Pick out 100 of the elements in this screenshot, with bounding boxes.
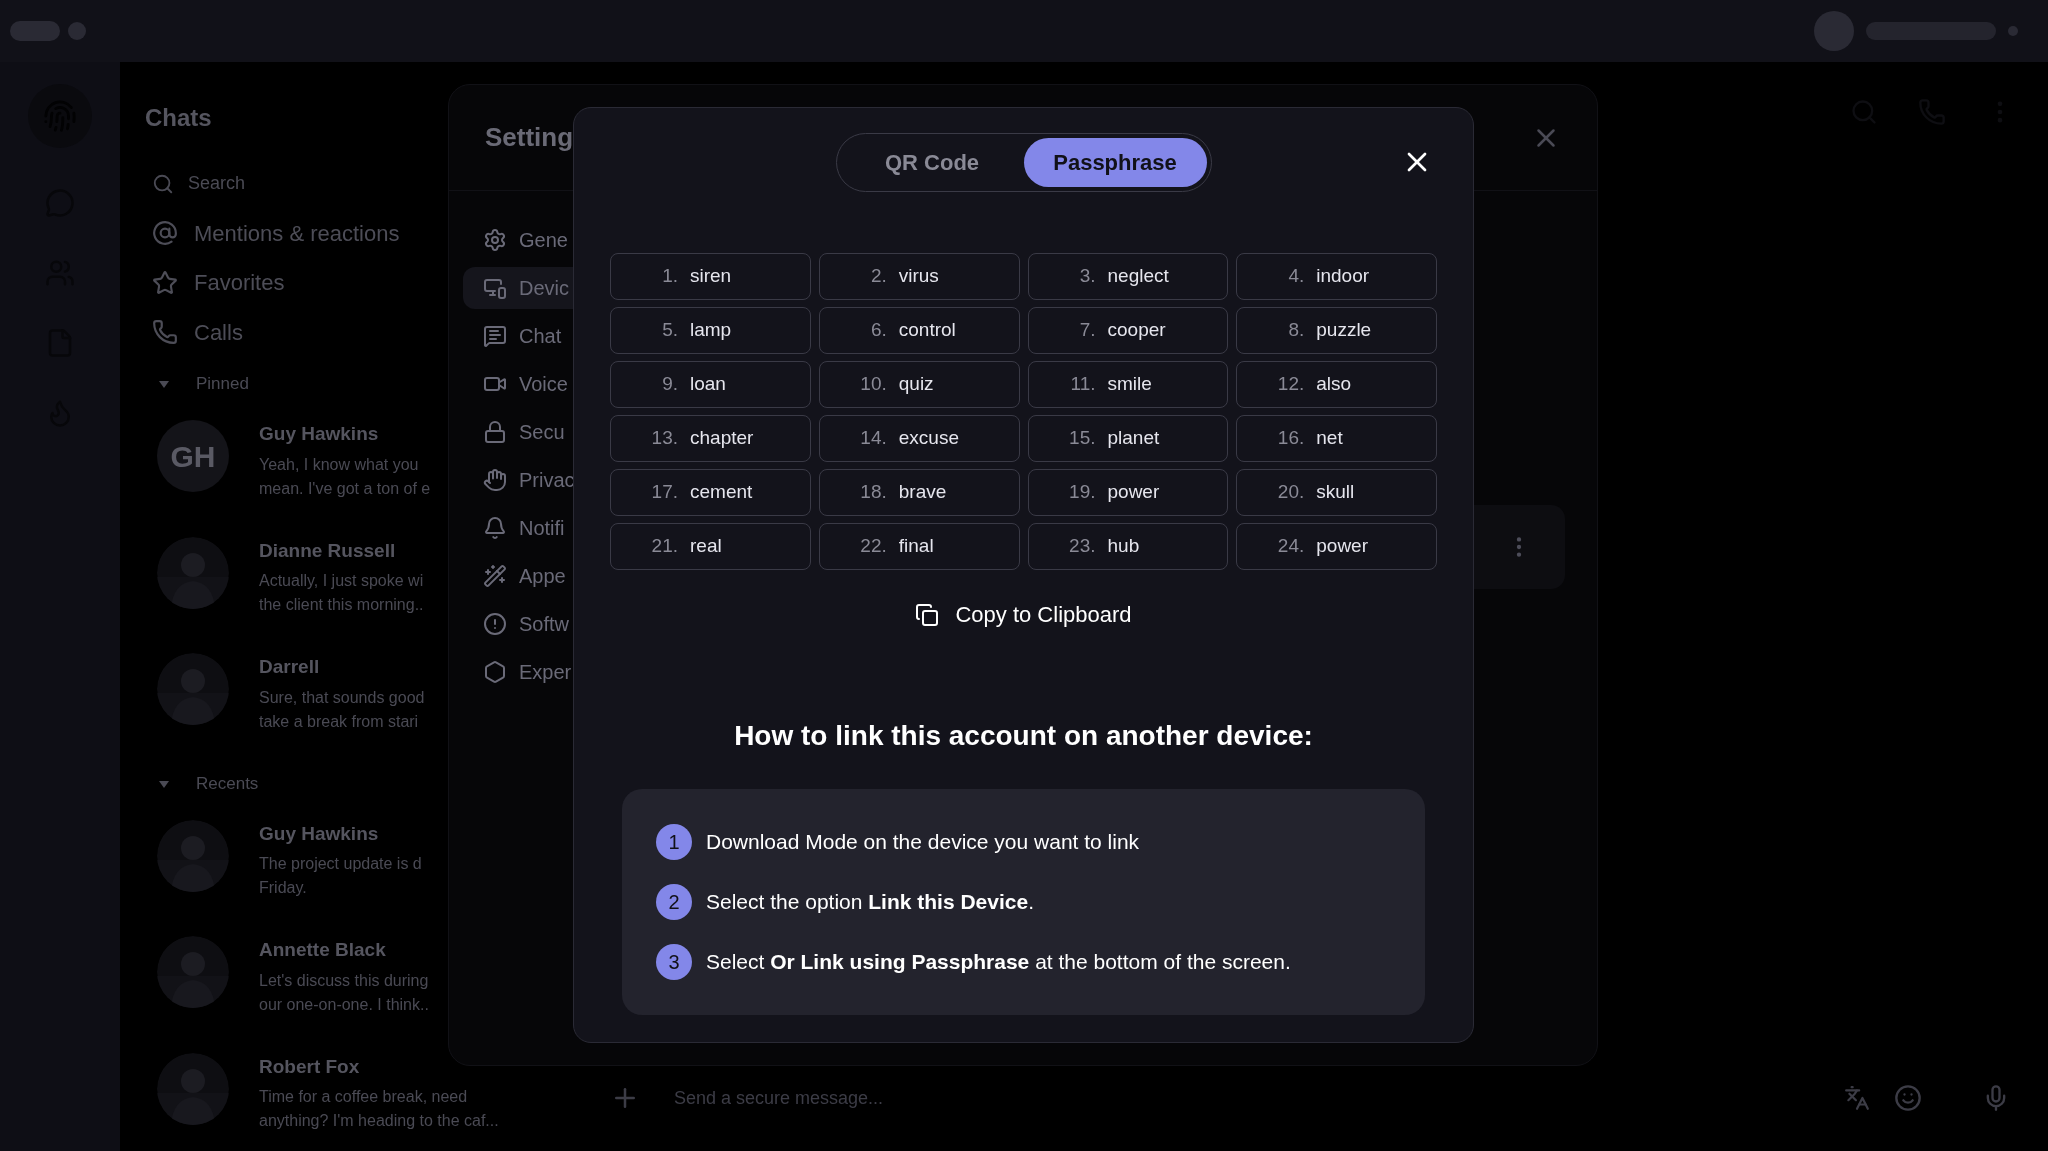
- word-number: 15.: [1068, 426, 1096, 451]
- message-preview: The project update is d Friday.: [259, 854, 422, 898]
- word-text: siren: [690, 264, 732, 289]
- word-number: 13.: [650, 426, 678, 451]
- chat-bubble-icon: [483, 324, 507, 348]
- word-text: planet: [1107, 426, 1160, 451]
- word-text: loan: [690, 372, 726, 397]
- message-preview: Actually, I just spoke wi the client this morning..: [259, 571, 424, 615]
- phone-icon: [152, 319, 178, 346]
- section-header[interactable]: Pinned: [158, 366, 448, 402]
- contact-name: Robert Fox: [259, 1054, 361, 1079]
- word-text: cooper: [1107, 318, 1166, 343]
- word-number: 16.: [1276, 426, 1305, 451]
- word-text: quiz: [898, 372, 934, 397]
- word-text: cement: [690, 480, 753, 505]
- word-text: puzzle: [1316, 318, 1372, 343]
- window-control-icon: [10, 21, 60, 41]
- section-header[interactable]: Recents: [158, 765, 448, 802]
- word-number: 12.: [1276, 372, 1305, 397]
- at-sign-icon: [152, 220, 178, 247]
- word-text: also: [1316, 372, 1352, 397]
- step-text: Select Or Link using Passphrase at the bottom of the screen.: [706, 949, 1291, 976]
- word-text: skull: [1316, 480, 1355, 505]
- word-number: 23.: [1068, 534, 1096, 559]
- contact-name: Guy Hawkins: [259, 821, 380, 846]
- magic-wand-icon: [483, 564, 507, 588]
- word-number: 5.: [661, 318, 678, 343]
- hexagon-icon: [483, 660, 507, 684]
- word-number: 24.: [1276, 534, 1305, 559]
- word-number: 2.: [869, 264, 887, 289]
- nav-item[interactable]: Favorites: [152, 263, 448, 303]
- copy-icon: [915, 602, 940, 627]
- bell-icon: [483, 516, 507, 540]
- word-number: 3.: [1078, 264, 1096, 289]
- message-preview: Yeah, I know what you mean. I've got a ton of e: [259, 454, 431, 499]
- word-text: excuse: [898, 426, 959, 451]
- lock-icon: [483, 420, 507, 444]
- search-icon: [152, 172, 174, 195]
- message-preview: Sure, that sounds good take a break from stari: [259, 687, 425, 732]
- word-number: 20.: [1276, 480, 1305, 505]
- user-avatar: [1814, 11, 1854, 51]
- settings-menu-item[interactable]: Gene: [463, 219, 663, 261]
- word-number: 17.: [650, 480, 678, 505]
- word-text: lamp: [690, 318, 732, 343]
- word-number: 14.: [859, 426, 887, 451]
- star-icon: [152, 269, 178, 296]
- word-number: 10.: [859, 372, 887, 397]
- step-text: Download Mode on the device you want to link: [706, 829, 1140, 856]
- word-text: net: [1316, 426, 1343, 451]
- step-text: Select the option Link this Device.: [706, 889, 1034, 916]
- settings-menu-item[interactable]: Softw: [463, 603, 663, 645]
- word-number: 19.: [1068, 480, 1096, 505]
- window-control-icon: [68, 22, 86, 40]
- copy-to-clipboard-button[interactable]: Copy to Clipboard: [915, 598, 1132, 631]
- settings-menu-item[interactable]: Exper: [463, 651, 663, 693]
- tab[interactable]: QR Code: [840, 138, 1024, 187]
- word-text: neglect: [1107, 264, 1169, 289]
- contact-name: Guy Hawkins: [259, 422, 380, 446]
- word-number: 1.: [661, 264, 678, 289]
- hand-icon: [483, 468, 507, 492]
- avatar: GH: [157, 420, 229, 492]
- settings-menu-item[interactable]: Voice: [463, 363, 663, 405]
- nav-item[interactable]: Calls: [152, 312, 448, 352]
- settings-menu-item[interactable]: Chat: [463, 315, 663, 357]
- word-text: power: [1316, 534, 1368, 559]
- devices-icon: [483, 276, 507, 300]
- word-text: brave: [898, 480, 947, 505]
- contact-name: Annette Black: [259, 938, 387, 962]
- word-number: 7.: [1078, 318, 1096, 343]
- gear-icon: [483, 228, 507, 252]
- search-field[interactable]: Search: [152, 164, 448, 204]
- message-preview: Time for a coffee break, need anything? I'm heading to the caf...: [259, 1087, 499, 1131]
- contact-name: Darrell: [259, 655, 321, 679]
- word-number: 18.: [859, 480, 887, 505]
- tab[interactable]: Passphrase: [1023, 138, 1207, 187]
- emoji-icon[interactable]: [1894, 1084, 1922, 1112]
- word-text: final: [898, 534, 934, 559]
- panel-title: Chats: [144, 103, 213, 133]
- contact-name: Dianne Russell: [259, 538, 397, 563]
- step-number: 2: [656, 884, 692, 920]
- word-text: smile: [1107, 372, 1152, 397]
- word-number: 8.: [1287, 318, 1305, 343]
- message-input[interactable]: Send a secure message...: [674, 1084, 1844, 1112]
- nav-item[interactable]: Mentions & reactions: [152, 213, 448, 253]
- word-number: 22.: [859, 534, 887, 559]
- step-number: 1: [656, 824, 692, 860]
- message-preview: Let's discuss this during our one-on-one. I think..: [259, 970, 429, 1015]
- settings-title: Setting: [485, 121, 574, 154]
- word-text: control: [898, 318, 956, 343]
- word-number: 6.: [869, 318, 887, 343]
- word-text: virus: [898, 264, 939, 289]
- translate-icon[interactable]: [1844, 1085, 1870, 1111]
- word-number: 11.: [1069, 372, 1096, 397]
- word-text: power: [1107, 480, 1160, 505]
- step-number: 3: [656, 944, 692, 980]
- word-number: 4.: [1287, 264, 1305, 289]
- word-text: real: [690, 534, 722, 559]
- instructions-heading: How to link this account on another device:: [734, 719, 1313, 753]
- word-number: 9.: [661, 372, 678, 397]
- word-text: chapter: [690, 426, 754, 451]
